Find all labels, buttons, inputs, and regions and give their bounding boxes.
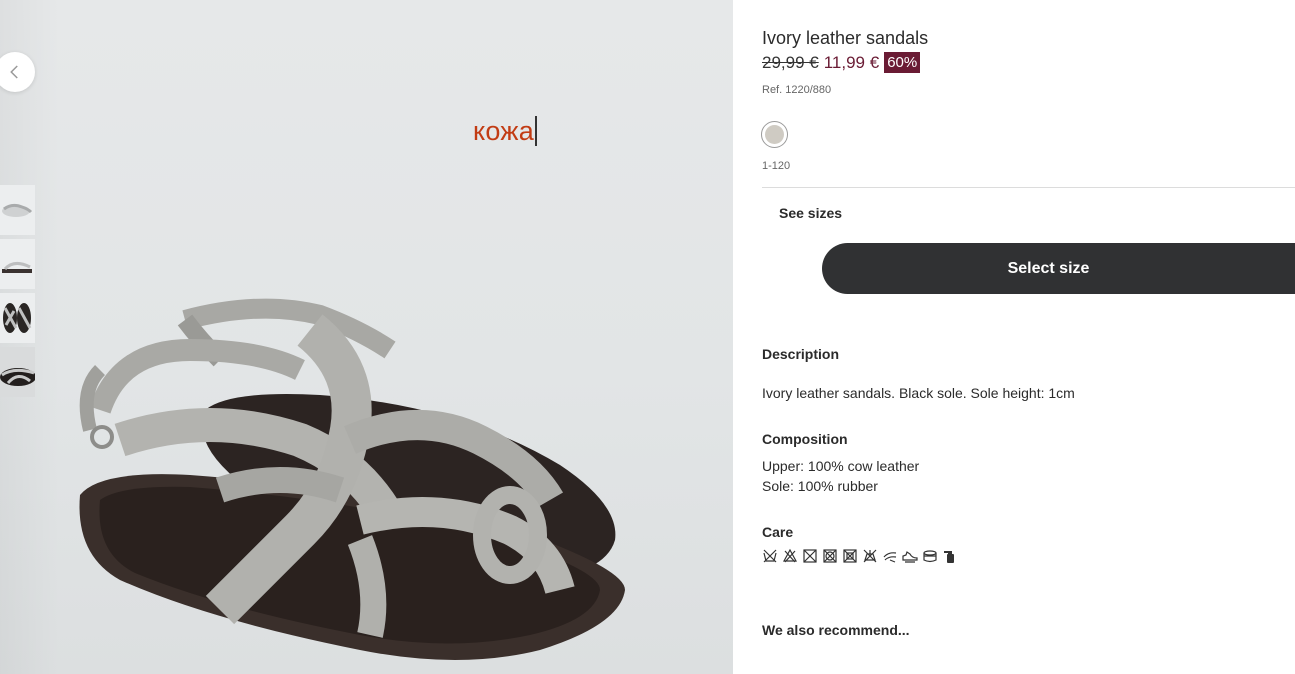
product-gallery[interactable]: кожа — [0, 0, 733, 674]
thumbnail-strip — [0, 185, 35, 401]
recommend-heading: We also recommend... — [762, 622, 910, 638]
product-page: кожа Ivory leather sandals 29,99 € 11,99… — [0, 0, 1295, 674]
wipe-clean-icon — [882, 548, 898, 564]
thumbnail-3[interactable] — [0, 293, 35, 343]
no-wash-icon — [762, 548, 778, 564]
care-icons — [762, 548, 958, 564]
composition-heading: Composition — [762, 431, 848, 447]
no-dry-icon — [822, 548, 838, 564]
care-heading: Care — [762, 524, 794, 540]
no-tumble-dry-icon — [802, 548, 818, 564]
cream-icon — [922, 548, 938, 564]
product-reference: Ref. 1220/880 — [762, 84, 832, 96]
divider — [762, 187, 1295, 188]
description-text: Ivory leather sandals. Black sole. Sole … — [762, 385, 1075, 401]
composition-sole: Sole: 100% rubber — [762, 478, 878, 494]
composition-upper: Upper: 100% cow leather — [762, 458, 920, 474]
product-image — [79, 298, 625, 660]
text-caret — [535, 116, 538, 146]
thumbnail-1[interactable] — [0, 185, 35, 235]
shoe-care-icon — [902, 548, 918, 564]
sale-price: 11,99 € — [823, 52, 880, 72]
see-sizes-link[interactable]: See sizes — [779, 205, 842, 221]
chevron-left-icon — [10, 65, 18, 79]
overlay-text: кожа — [473, 116, 538, 147]
discount-badge: 60% — [884, 52, 921, 73]
description-heading: Description — [762, 346, 840, 362]
color-swatch-fill — [765, 125, 784, 144]
spray-icon — [942, 548, 958, 564]
color-swatch[interactable] — [761, 121, 788, 148]
no-dry-clean-icon — [862, 548, 878, 564]
price-row: 29,99 € 11,99 € 60% — [762, 52, 921, 73]
old-price: 29,99 € — [762, 52, 819, 72]
product-title: Ivory leather sandals — [762, 28, 929, 48]
select-size-button[interactable]: Select size — [822, 243, 1295, 294]
thumbnail-4[interactable] — [0, 347, 35, 397]
product-details-panel: Ivory leather sandals 29,99 € 11,99 € 60… — [733, 0, 1295, 674]
color-code: 1-120 — [762, 160, 791, 172]
no-iron-icon — [842, 548, 858, 564]
no-bleach-icon — [782, 548, 798, 564]
thumbnail-2[interactable] — [0, 239, 35, 289]
